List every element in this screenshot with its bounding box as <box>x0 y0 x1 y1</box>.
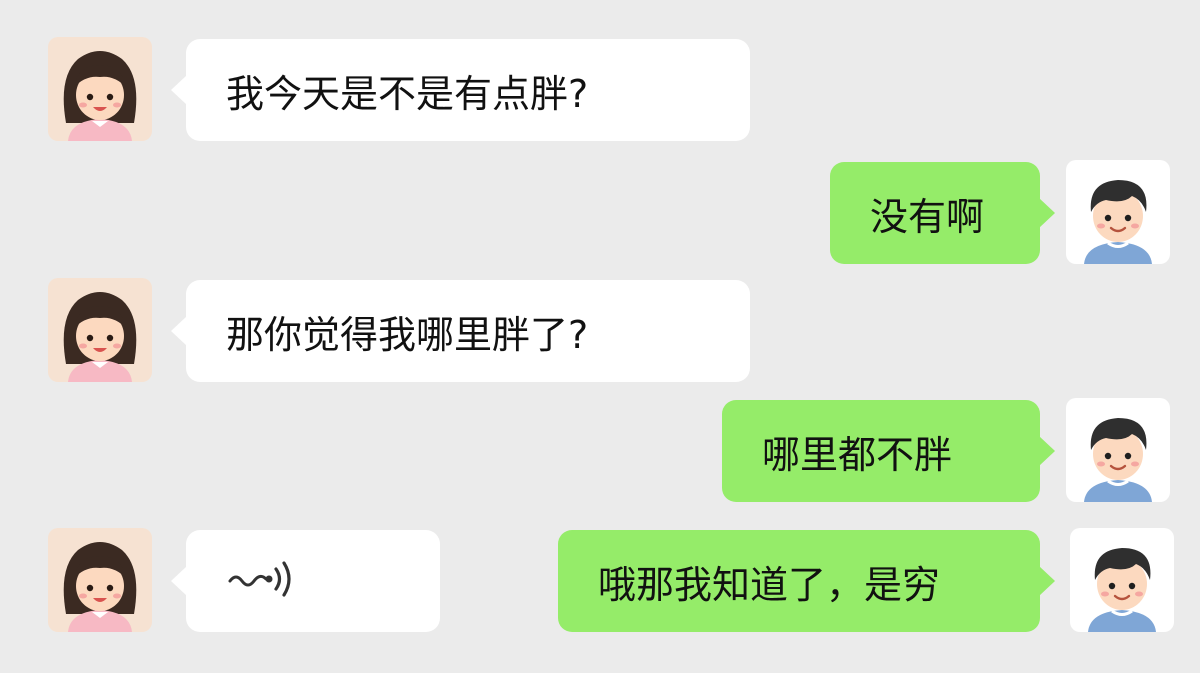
message-text: 我今天是不是有点胖? <box>226 71 589 116</box>
boy-avatar[interactable] <box>1070 528 1174 632</box>
message-bubble[interactable]: 哦那我知道了，是穷 <box>558 530 1055 632</box>
girl-avatar[interactable] <box>48 37 152 141</box>
message-bubble[interactable]: 那你觉得我哪里胖了? <box>171 280 750 382</box>
message-bubble[interactable]: 我今天是不是有点胖? <box>171 39 750 141</box>
message-bubble[interactable]: 哪里都不胖 <box>722 400 1055 502</box>
message-text: 那你觉得我哪里胖了? <box>226 312 589 357</box>
message-text: 没有啊 <box>870 194 985 239</box>
message-bubble[interactable]: 没有啊 <box>830 162 1055 264</box>
girl-avatar[interactable] <box>48 528 152 632</box>
message-text: 哪里都不胖 <box>762 432 953 477</box>
message-row: 那你觉得我哪里胖了? <box>0 278 1200 384</box>
message-row: 哪里都不胖 <box>0 398 1200 504</box>
message-text: 哦那我知道了，是穷 <box>598 562 941 607</box>
voice-wave-icon <box>226 553 298 610</box>
girl-avatar[interactable] <box>48 278 152 382</box>
boy-avatar[interactable] <box>1066 160 1170 264</box>
voice-message-bubble[interactable] <box>171 530 440 632</box>
message-row: 我今天是不是有点胖? <box>0 37 1200 143</box>
boy-avatar[interactable] <box>1066 398 1170 502</box>
message-row: 没有啊 <box>0 160 1200 266</box>
